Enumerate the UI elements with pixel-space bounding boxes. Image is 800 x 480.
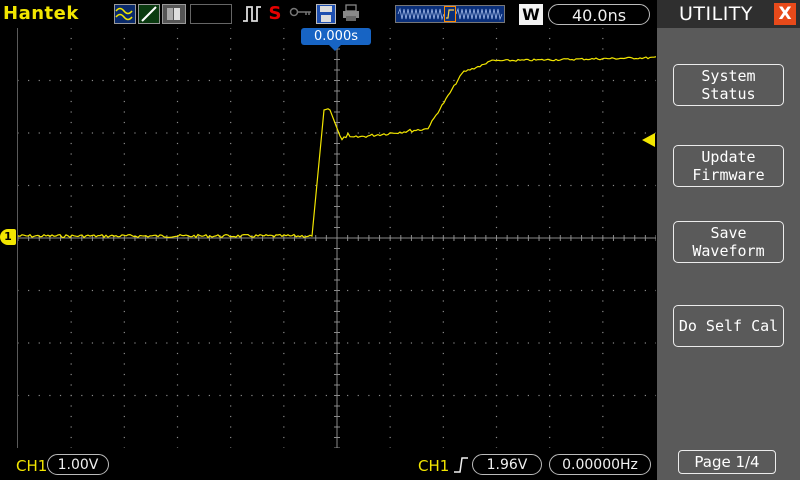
save-waveform-button[interactable]: Save Waveform: [673, 221, 784, 263]
waveform-grid: [18, 28, 656, 448]
timebase-position-strip[interactable]: [395, 5, 505, 23]
utility-menu-panel: UTILITY X System Status Update Firmware …: [657, 0, 800, 480]
page-indicator-button[interactable]: Page 1/4: [678, 450, 776, 474]
bottom-status-bar: CH1 1.00V CH1 1.96V 0.00000Hz: [0, 450, 656, 480]
ch1-volts-per-div[interactable]: 1.00V: [47, 454, 109, 475]
save-disk-icon[interactable]: [316, 4, 336, 24]
dots-display-icon[interactable]: [162, 4, 186, 24]
timebase-window-marker[interactable]: [444, 6, 456, 22]
self-cal-button[interactable]: Do Self Cal: [673, 305, 784, 347]
trigger-position-arrow: [329, 45, 341, 51]
print-icon[interactable]: [340, 4, 362, 24]
frequency-readout[interactable]: 0.00000Hz: [549, 454, 651, 475]
menu-title-text: UTILITY: [679, 3, 754, 25]
waveform-icon[interactable]: [114, 4, 136, 24]
rising-edge-icon: [453, 456, 469, 474]
ch1-ground-marker[interactable]: 1: [0, 229, 16, 245]
system-status-button[interactable]: System Status: [673, 64, 784, 106]
ch1-label: CH1: [16, 457, 48, 475]
line-display-icon[interactable]: [138, 4, 160, 24]
save-waveform-label: Save Waveform: [692, 224, 765, 260]
self-cal-label: Do Self Cal: [678, 317, 779, 335]
trigger-pulse-icon[interactable]: [240, 4, 264, 24]
waveform-display[interactable]: [17, 28, 656, 448]
trigger-level-readout[interactable]: 1.96V: [472, 454, 542, 475]
blank-indicator: [190, 4, 232, 24]
close-icon[interactable]: X: [774, 3, 796, 25]
system-status-label: System Status: [701, 67, 756, 103]
update-firmware-label: Update Firmware: [692, 148, 765, 184]
status-bar: Hantek S W 40.0ns: [0, 0, 656, 28]
time-per-div-readout[interactable]: 40.0ns: [548, 4, 650, 25]
stop-icon[interactable]: S: [266, 4, 284, 24]
trigger-position-readout[interactable]: 0.000s: [301, 28, 371, 45]
update-firmware-button[interactable]: Update Firmware: [673, 145, 784, 187]
lock-icon[interactable]: [288, 4, 314, 24]
brand-logo: Hantek: [3, 3, 79, 24]
trigger-source-label: CH1: [418, 457, 450, 475]
acquisition-mode-badge[interactable]: W: [519, 4, 543, 25]
trigger-level-arrow[interactable]: [642, 133, 655, 147]
